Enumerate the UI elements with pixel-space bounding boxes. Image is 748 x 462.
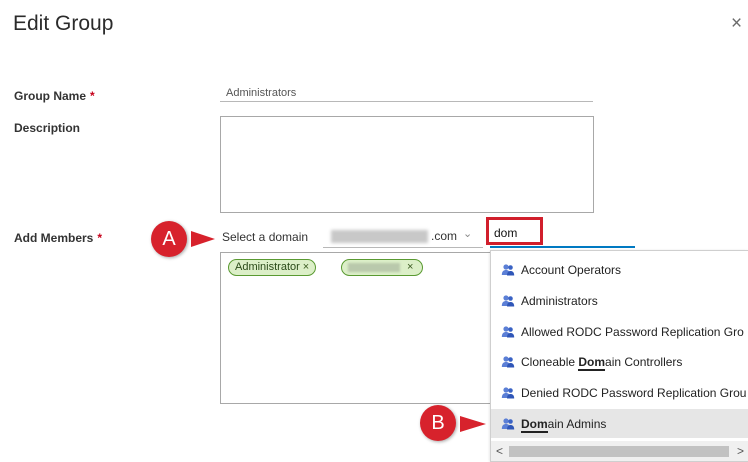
dropdown-item-label-match: Dom — [578, 355, 606, 371]
dropdown-item-label: Denied RODC Password Replication Grou — [521, 386, 746, 400]
search-highlight-box — [486, 217, 543, 245]
group-name-label-text: Group Name — [14, 89, 87, 103]
dropdown-item-label: Cloneable Domain Controllers — [521, 355, 683, 371]
scroll-left-icon[interactable]: < — [496, 444, 503, 458]
chevron-down-icon: ⌄ — [463, 228, 473, 240]
dropdown-item-label-suffix: Allowed RODC Password Replication Gro — [521, 325, 744, 339]
dropdown-item-label: Administrators — [521, 294, 598, 308]
scroll-right-icon[interactable]: > — [737, 444, 744, 458]
dropdown-item-label: Domain Admins — [521, 417, 607, 433]
group-icon — [501, 264, 515, 276]
member-chip-label: Administrator — [235, 261, 300, 273]
callout-arrow-b — [460, 416, 486, 432]
dropdown-item[interactable]: Allowed RODC Password Replication Gro — [491, 317, 748, 346]
redacted-member — [348, 262, 400, 272]
group-icon — [501, 326, 515, 338]
remove-member-icon[interactable]: × — [303, 261, 309, 273]
select-domain-label: Select a domain — [222, 230, 309, 244]
group-icon — [501, 387, 515, 399]
dropdown-item[interactable]: Administrators — [491, 286, 748, 315]
dropdown-item-label-suffix: ain Controllers — [605, 355, 683, 369]
dropdown-item-label-suffix: Account Operators — [521, 263, 622, 277]
callout-badge-a: A — [151, 221, 187, 257]
remove-member-icon[interactable]: × — [407, 261, 413, 273]
dropdown-item-label-suffix: ain Admins — [547, 417, 607, 431]
dropdown-item[interactable]: Account Operators — [491, 255, 748, 284]
group-icon — [501, 295, 515, 307]
dropdown-item-label-prefix: Cloneable — [521, 355, 579, 369]
callout-badge-b: B — [420, 405, 456, 441]
required-marker: * — [90, 89, 95, 103]
domain-suffix: .com — [431, 229, 458, 243]
close-icon[interactable]: × — [731, 14, 745, 33]
dropdown-item-label: Account Operators — [521, 263, 621, 277]
group-icon — [501, 356, 515, 368]
domain-select[interactable]: .com ⌄ — [323, 228, 483, 248]
member-chip: × — [341, 259, 423, 276]
dialog-title: Edit Group — [13, 12, 114, 35]
group-icon — [501, 418, 515, 430]
callout-arrow-a — [191, 231, 215, 247]
description-label: Description — [14, 121, 81, 135]
group-name-label: Group Name * — [14, 89, 95, 103]
redacted-domain — [331, 230, 428, 243]
horizontal-scrollbar[interactable]: < > — [491, 441, 748, 461]
dropdown-item[interactable]: Domain Admins — [491, 409, 748, 438]
dropdown-item-label: Allowed RODC Password Replication Gro — [521, 325, 744, 339]
description-textarea[interactable] — [220, 116, 594, 213]
member-suggestions-dropdown: Account Operators Administrators Allowed R… — [490, 250, 748, 462]
dropdown-item-label-suffix: Administrators — [521, 294, 598, 308]
dropdown-item[interactable]: Denied RODC Password Replication Grou — [491, 378, 748, 407]
dropdown-item[interactable]: Cloneable Domain Controllers — [491, 347, 748, 376]
edit-group-dialog: Edit Group × Group Name* Description Add… — [0, 0, 748, 462]
dropdown-item-label-match: Dom — [521, 417, 548, 433]
dropdown-item-label-suffix: Denied RODC Password Replication Grou — [521, 386, 747, 400]
add-members-label-text: Add Members — [14, 231, 94, 245]
scrollbar-thumb[interactable] — [509, 446, 729, 457]
required-marker: * — [97, 231, 103, 245]
group-name-input[interactable] — [220, 84, 593, 102]
member-chip: Administrator × — [228, 259, 317, 276]
add-members-label: Add Members * — [14, 231, 102, 245]
